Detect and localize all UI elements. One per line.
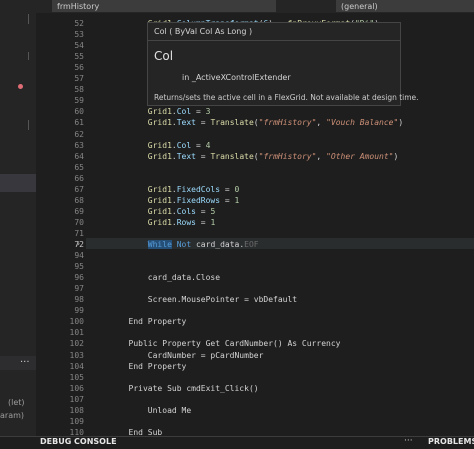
line-number: 63 xyxy=(74,141,84,150)
sidebar-selected-row[interactable] xyxy=(0,174,36,192)
tooltip-class-label: in _ActiveXControlExtender xyxy=(182,73,291,82)
line-number: 64 xyxy=(74,152,84,161)
code-line[interactable]: Grid1.Text = Translate("frmHistory", "Vo… xyxy=(90,117,474,128)
line-number: 52 xyxy=(74,19,84,28)
tab-debug-console[interactable]: DEBUG CONSOLE xyxy=(40,437,117,446)
code-line[interactable]: End Property xyxy=(90,361,474,372)
line-number: 66 xyxy=(74,174,84,183)
line-number: 97 xyxy=(74,284,84,293)
code-line[interactable]: Grid1.Cols = 5 xyxy=(90,206,474,217)
line-number: 70 xyxy=(74,218,84,227)
sidebar-let-label: (let) xyxy=(8,398,25,407)
code-line[interactable]: Grid1.Col = 3 xyxy=(90,106,474,117)
line-number: 68 xyxy=(74,196,84,205)
line-number: 58 xyxy=(74,85,84,94)
line-number: 100 xyxy=(69,317,84,326)
tooltip-title: Col xyxy=(154,49,174,63)
line-number: 60 xyxy=(74,107,84,116)
line-number: 55 xyxy=(74,52,84,61)
code-line[interactable]: Grid1.FixedCols = 0 xyxy=(90,184,474,195)
tooltip-description: Returns/sets the active cell in a FlexGr… xyxy=(154,93,419,102)
line-number: 107 xyxy=(69,395,84,404)
code-line[interactable]: Screen.MousePointer = vbDefault xyxy=(90,294,474,305)
line-number: 72 xyxy=(74,240,84,249)
line-number: 102 xyxy=(69,339,84,348)
code-line[interactable]: End Property xyxy=(90,316,474,327)
code-line[interactable]: Private Sub cmdExit_Click() xyxy=(90,383,474,394)
line-number: 104 xyxy=(69,362,84,371)
sidebar-section-header[interactable] xyxy=(0,356,36,370)
line-number: 65 xyxy=(74,163,84,172)
line-number: 105 xyxy=(69,373,84,382)
code-line[interactable]: Unload Me xyxy=(90,405,474,416)
line-number: 109 xyxy=(69,417,84,426)
line-number: 59 xyxy=(74,96,84,105)
line-number: 94 xyxy=(74,251,84,260)
line-number: 106 xyxy=(69,384,84,393)
code-line[interactable]: Public Property Get CardNumber() As Curr… xyxy=(90,338,474,349)
hover-tooltip: Col ( ByVal Col As Long ) Col in _Active… xyxy=(147,22,419,106)
tooltip-signature: Col ( ByVal Col As Long ) xyxy=(154,27,253,36)
breakpoint-dot-icon[interactable] xyxy=(18,84,23,89)
code-line[interactable]: Grid1.FixedRows = 1 xyxy=(90,195,474,206)
line-number: 101 xyxy=(69,328,84,337)
line-number: 103 xyxy=(69,351,84,360)
sidebar-param-label: aram) xyxy=(0,411,25,420)
sidebar-more-icon[interactable]: ··· xyxy=(20,357,30,368)
code-line[interactable]: Grid1.Col = 4 xyxy=(90,140,474,151)
line-number: 67 xyxy=(74,185,84,194)
line-number: 95 xyxy=(74,262,84,271)
line-number: 62 xyxy=(74,130,84,139)
code-line[interactable]: card_data.Close xyxy=(90,272,474,283)
tab-problems[interactable]: PROBLEMS xyxy=(428,437,474,446)
code-line[interactable]: While Not card_data.EOF xyxy=(90,239,474,250)
line-number: 71 xyxy=(74,229,84,238)
line-number: 56 xyxy=(74,63,84,72)
code-line[interactable]: CardNumber = pCardNumber xyxy=(90,350,474,361)
side-panel: ··· (let) aram) xyxy=(0,0,36,448)
sidebar-indent-guide xyxy=(28,52,29,60)
line-number: 108 xyxy=(69,406,84,415)
line-number: 57 xyxy=(74,74,84,83)
line-number: 53 xyxy=(74,30,84,39)
panel-more-icon[interactable]: ··· xyxy=(404,436,413,446)
line-number: 61 xyxy=(74,118,84,127)
line-number: 99 xyxy=(74,306,84,315)
sidebar-indent-guide xyxy=(28,14,29,24)
procedure-dropdown[interactable]: (general) xyxy=(336,0,474,12)
sidebar-indent-guide xyxy=(28,120,29,130)
tooltip-divider xyxy=(148,40,400,41)
code-line[interactable]: Grid1.Text = Translate("frmHistory", "Ot… xyxy=(90,151,474,162)
line-number: 98 xyxy=(74,295,84,304)
line-number: 54 xyxy=(74,41,84,50)
line-number: 69 xyxy=(74,207,84,216)
object-dropdown[interactable]: frmHistory xyxy=(52,0,276,12)
code-line[interactable]: Grid1.Rows = 1 xyxy=(90,217,474,228)
line-number: 96 xyxy=(74,273,84,282)
